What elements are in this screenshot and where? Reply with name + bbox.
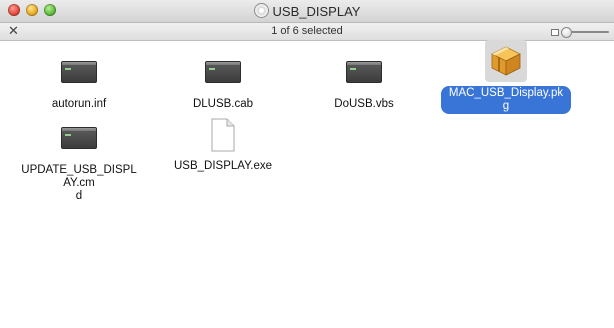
file-name: autorun.inf: [51, 98, 107, 110]
file-item-dlusb-cab[interactable]: DLUSB.cab: [158, 49, 288, 112]
title-bar[interactable]: USB_DISPLAY: [0, 0, 614, 23]
file-name: DLUSB.cab: [192, 98, 254, 110]
file-name: DoUSB.vbs: [334, 98, 394, 110]
package-box-icon: [491, 46, 521, 76]
finder-window: USB_DISPLAY ✕ 1 of 6 selected autorun.in…: [0, 0, 614, 328]
file-item-autorun-inf[interactable]: autorun.inf: [14, 49, 144, 112]
terminal-script-icon: [346, 61, 382, 83]
disk-icon: [253, 3, 269, 18]
file-browser-area[interactable]: autorun.inf DLUSB.cab DoUSB.vbs MAC_USB_…: [0, 40, 614, 328]
file-name: MAC_USB_Display.pkg: [441, 86, 571, 114]
selection-highlight: [485, 40, 527, 82]
slider-knob[interactable]: [561, 27, 572, 38]
icon-size-slider[interactable]: [551, 27, 611, 38]
terminal-script-icon: [61, 127, 97, 149]
terminal-script-icon: [61, 61, 97, 83]
status-bar: ✕ 1 of 6 selected: [0, 23, 614, 41]
window-title-group: USB_DISPLAY: [0, 3, 614, 19]
file-item-usb-display-exe[interactable]: USB_DISPLAY.exe: [158, 115, 288, 174]
file-item-mac-usb-display-pkg[interactable]: MAC_USB_Display.pkg: [441, 40, 571, 114]
window-title: USB_DISPLAY: [272, 4, 361, 19]
file-item-dousb-vbs[interactable]: DoUSB.vbs: [299, 49, 429, 112]
selection-status: 1 of 6 selected: [271, 25, 343, 37]
file-item-update-usb-display-cmd[interactable]: UPDATE_USB_DISPLAY.cm d: [14, 115, 144, 204]
small-icon-size-icon: [551, 29, 559, 36]
file-name: USB_DISPLAY.exe: [173, 160, 273, 172]
terminal-script-icon: [205, 61, 241, 83]
file-name: UPDATE_USB_DISPLAY.cm d: [21, 164, 137, 202]
blank-document-icon: [211, 118, 235, 152]
